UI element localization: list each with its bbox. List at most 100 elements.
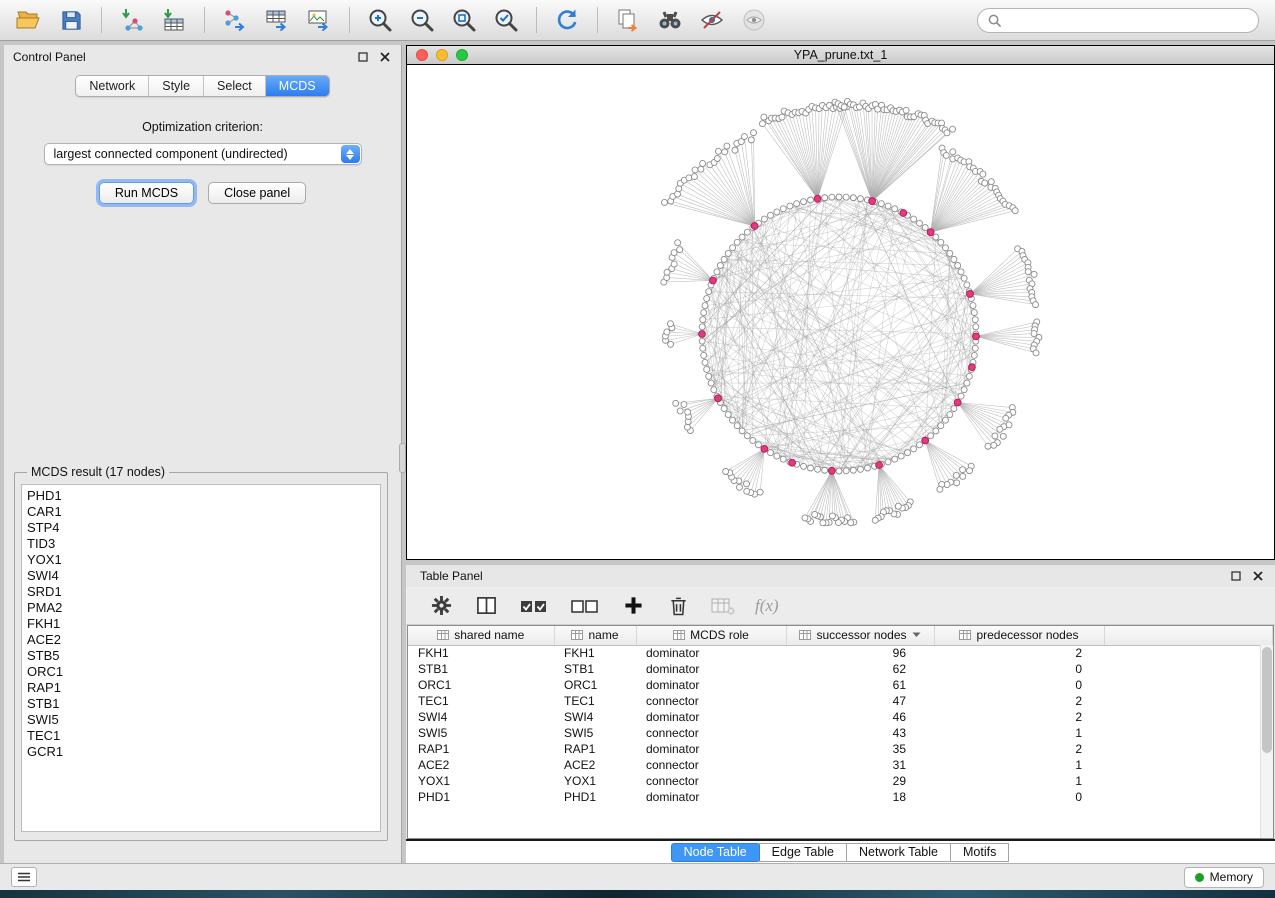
tab-select[interactable]: Select (204, 76, 266, 96)
network-node[interactable] (991, 442, 997, 448)
network-node[interactable] (699, 324, 705, 330)
export-image-button[interactable] (300, 4, 338, 36)
network-node[interactable] (822, 195, 828, 201)
network-node[interactable] (667, 321, 673, 327)
close-window-button[interactable] (416, 49, 428, 61)
network-node[interactable] (701, 310, 707, 316)
network-node[interactable] (794, 201, 800, 207)
table-row[interactable]: ORC1ORC1dominator610 (408, 677, 1273, 693)
network-dominator-node[interactable] (828, 467, 835, 474)
network-node[interactable] (812, 511, 818, 517)
network-node[interactable] (700, 160, 706, 166)
network-node[interactable] (757, 489, 763, 495)
table-settings-button[interactable] (428, 593, 454, 619)
network-node[interactable] (836, 468, 842, 474)
network-node[interactable] (722, 149, 728, 155)
network-node[interactable] (744, 433, 750, 439)
network-node[interactable] (743, 481, 749, 487)
network-node[interactable] (864, 465, 870, 471)
table-row[interactable]: STB1STB1dominator620 (408, 661, 1273, 677)
close-panel-button[interactable] (377, 49, 392, 64)
import-table-button[interactable] (155, 4, 193, 36)
network-node[interactable] (985, 443, 991, 449)
network-node[interactable] (704, 296, 710, 302)
network-node[interactable] (917, 220, 923, 226)
network-node[interactable] (700, 345, 706, 351)
network-node[interactable] (911, 446, 917, 452)
tab-network[interactable]: Network (76, 76, 149, 96)
network-node[interactable] (761, 216, 767, 222)
network-node[interactable] (958, 269, 964, 275)
network-node[interactable] (774, 453, 780, 459)
network-dominator-node[interactable] (967, 291, 974, 298)
criterion-dropdown[interactable]: largest connected component (undirected) (44, 143, 362, 165)
network-node[interactable] (954, 480, 960, 486)
network-node[interactable] (1003, 415, 1009, 421)
network-canvas[interactable] (407, 65, 1274, 559)
mcds-result-item[interactable]: TEC1 (27, 728, 380, 744)
network-dominator-node[interactable] (715, 395, 722, 402)
network-dominator-node[interactable] (969, 364, 976, 371)
mcds-result-item[interactable]: STB1 (27, 696, 380, 712)
network-node[interactable] (947, 250, 953, 256)
network-node[interactable] (944, 130, 950, 136)
column-header-shared-name[interactable]: shared name (408, 626, 554, 645)
mcds-result-item[interactable]: ORC1 (27, 664, 380, 680)
network-node[interactable] (808, 465, 814, 471)
network-node[interactable] (960, 467, 966, 473)
network-node[interactable] (917, 442, 923, 448)
network-node[interactable] (701, 352, 707, 358)
network-node[interactable] (951, 256, 957, 262)
network-node[interactable] (903, 107, 909, 113)
network-node[interactable] (872, 517, 878, 523)
network-node[interactable] (938, 239, 944, 245)
network-node[interactable] (751, 130, 757, 136)
network-dominator-node[interactable] (954, 399, 961, 406)
network-node[interactable] (802, 515, 808, 521)
float-panel-button[interactable] (355, 49, 370, 64)
close-panel-action-button[interactable]: Close panel (208, 182, 306, 204)
network-node[interactable] (671, 250, 677, 256)
network-node[interactable] (911, 216, 917, 222)
network-dominator-node[interactable] (789, 459, 796, 466)
network-node[interactable] (724, 143, 730, 149)
network-node[interactable] (971, 310, 977, 316)
network-node[interactable] (668, 341, 674, 347)
network-node[interactable] (739, 234, 745, 240)
network-node[interactable] (675, 240, 681, 246)
save-session-button[interactable] (52, 4, 90, 36)
mcds-result-item[interactable]: ACE2 (27, 632, 380, 648)
mcds-result-item[interactable]: SWI5 (27, 712, 380, 728)
network-node[interactable] (702, 303, 708, 309)
search-network-button[interactable] (651, 4, 689, 36)
network-node[interactable] (715, 148, 721, 154)
mcds-result-list[interactable]: PHD1CAR1STP4TID3YOX1SWI4SRD1PMA2FKH1ACE2… (21, 484, 381, 832)
network-node[interactable] (706, 289, 712, 295)
close-table-panel-button[interactable] (1250, 569, 1265, 584)
network-node[interactable] (970, 303, 976, 309)
network-node[interactable] (964, 380, 970, 386)
zoom-out-button[interactable] (403, 4, 441, 36)
network-node[interactable] (744, 229, 750, 235)
network-node[interactable] (950, 149, 956, 155)
import-network-button[interactable] (113, 4, 151, 36)
network-node[interactable] (750, 437, 756, 443)
network-node[interactable] (706, 373, 712, 379)
tab-network-table[interactable]: Network Table (846, 843, 951, 862)
scrollbar-thumb[interactable] (1262, 647, 1272, 753)
zoom-in-button[interactable] (361, 4, 399, 36)
network-node[interactable] (708, 380, 714, 386)
open-file-button[interactable] (10, 4, 48, 36)
network-node[interactable] (692, 167, 698, 173)
mcds-result-item[interactable]: FKH1 (27, 616, 380, 632)
run-mcds-button[interactable]: Run MCDS (99, 182, 194, 204)
delete-column-button[interactable] (665, 593, 691, 619)
network-node[interactable] (732, 147, 738, 153)
network-dominator-node[interactable] (876, 462, 883, 469)
network-node[interactable] (972, 345, 978, 351)
network-node[interactable] (1025, 269, 1031, 275)
network-node[interactable] (982, 180, 988, 186)
network-node[interactable] (730, 245, 736, 251)
network-node[interactable] (905, 450, 911, 456)
export-table-button[interactable] (258, 4, 296, 36)
